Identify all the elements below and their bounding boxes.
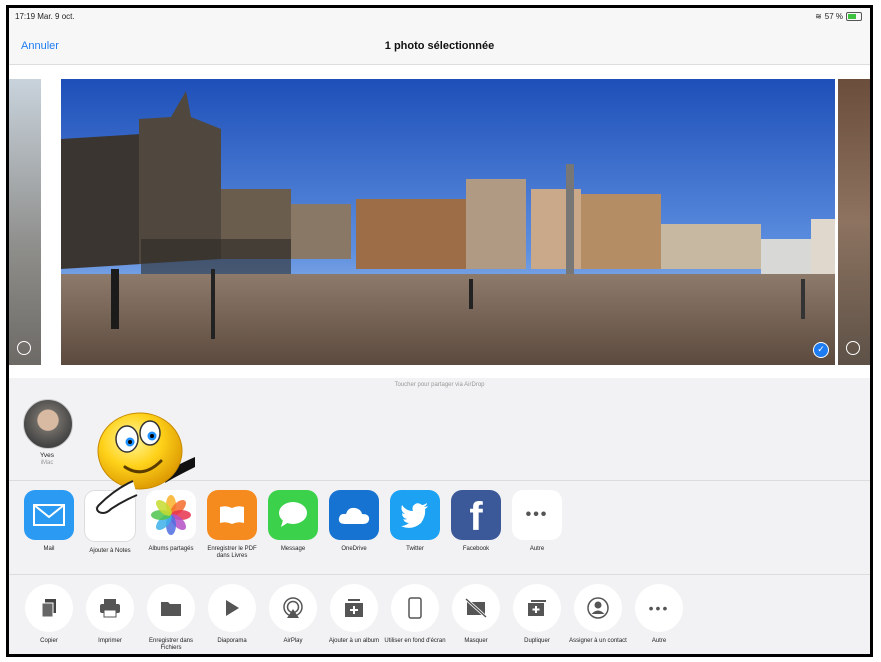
app-label: Twitter [406, 546, 424, 552]
battery-status: ≋ 57 % [815, 12, 862, 21]
airdrop-hint: Toucher pour partager via AirDrop [394, 382, 485, 388]
selected-photo[interactable]: ✓ [61, 79, 835, 365]
actions-row: Copier Imprimer Enregistrer dans Fichier… [9, 576, 870, 654]
more-icon: ••• [635, 584, 683, 632]
battery-icon [846, 12, 862, 21]
app-books[interactable]: Enregistrer le PDF dans Livres [201, 490, 263, 560]
action-more[interactable]: ••• Autre [628, 584, 690, 645]
selected-check-icon[interactable]: ✓ [813, 342, 829, 358]
pointing-smiley-icon [95, 412, 195, 514]
action-assign-contact[interactable]: Assigner à un contact [567, 584, 629, 645]
app-label: Facebook [462, 546, 490, 552]
photo-strip[interactable]: ✓ [9, 65, 870, 378]
copy-icon [25, 584, 73, 632]
action-save-files[interactable]: Enregistrer dans Fichiers [140, 584, 202, 652]
folder-icon [147, 584, 195, 632]
action-label: Autre [651, 638, 667, 644]
panorama-image [61, 79, 835, 365]
app-mail[interactable]: Mail [18, 490, 80, 553]
status-time: 17:19 Mar. 9 oct. [15, 12, 75, 21]
print-icon [86, 584, 134, 632]
avatar [23, 399, 73, 449]
onedrive-icon [329, 490, 379, 540]
action-label: Ajouter à un album [328, 638, 380, 644]
airplay-icon [269, 584, 317, 632]
previous-photo[interactable] [9, 79, 41, 365]
action-label: Enregistrer dans Fichiers [148, 638, 194, 651]
add-album-icon [330, 584, 378, 632]
action-label: AirPlay [283, 638, 303, 644]
action-label: Assigner à un contact [569, 638, 627, 644]
next-photo[interactable] [838, 79, 870, 365]
app-more[interactable]: ••• Autre [506, 490, 568, 553]
app-onedrive[interactable]: OneDrive [323, 490, 385, 553]
app-label: OneDrive [341, 546, 367, 552]
message-icon [268, 490, 318, 540]
action-label: Imprimer [98, 638, 122, 644]
action-print[interactable]: Imprimer [79, 584, 141, 645]
action-slideshow[interactable]: Diaporama [201, 584, 263, 645]
action-label: Diaporama [217, 638, 247, 644]
facebook-icon: f [451, 490, 501, 540]
action-copy[interactable]: Copier [18, 584, 80, 645]
action-wallpaper[interactable]: Utiliser en fond d'écran [384, 584, 446, 645]
app-label: Autre [529, 546, 545, 552]
app-label: Ajouter à Notes [89, 548, 131, 554]
wifi-icon: ≋ [815, 12, 822, 21]
action-label: Copier [40, 638, 58, 644]
app-label: Mail [43, 546, 55, 552]
app-label: Message [280, 546, 306, 552]
action-label: Dupliquer [524, 638, 550, 644]
more-icon: ••• [512, 490, 562, 540]
contact-icon [574, 584, 622, 632]
airdrop-contact[interactable]: Yves iMac [9, 396, 85, 476]
app-facebook[interactable]: f Facebook [445, 490, 507, 553]
wallpaper-icon [391, 584, 439, 632]
action-label: Masquer [464, 638, 488, 644]
app-label: Albums partagés [148, 546, 194, 552]
action-label: Utiliser en fond d'écran [384, 638, 446, 644]
twitter-icon [390, 490, 440, 540]
select-circle-icon[interactable] [17, 341, 31, 355]
app-label: Enregistrer le PDF dans Livres [207, 546, 257, 559]
battery-level: 57 % [824, 12, 843, 21]
action-hide[interactable]: Masquer [445, 584, 507, 645]
page-title: 1 photo sélectionnée [384, 40, 495, 52]
status-bar: 17:19 Mar. 9 oct. ≋ 57 % [9, 8, 870, 28]
action-add-album[interactable]: Ajouter à un album [323, 584, 385, 645]
books-icon [207, 490, 257, 540]
action-airplay[interactable]: AirPlay [262, 584, 324, 645]
app-message[interactable]: Message [262, 490, 324, 553]
select-circle-icon[interactable] [846, 341, 860, 355]
nav-bar: Annuler 1 photo sélectionnée [9, 28, 870, 65]
share-sheet: 17:19 Mar. 9 oct. ≋ 57 % Annuler 1 photo… [6, 5, 873, 657]
play-icon [208, 584, 256, 632]
hide-icon [452, 584, 500, 632]
action-duplicate[interactable]: Dupliquer [506, 584, 568, 645]
contact-device: iMac [40, 460, 54, 466]
mail-icon [24, 490, 74, 540]
app-twitter[interactable]: Twitter [384, 490, 446, 553]
duplicate-icon [513, 584, 561, 632]
contact-name: Yves [39, 452, 55, 459]
